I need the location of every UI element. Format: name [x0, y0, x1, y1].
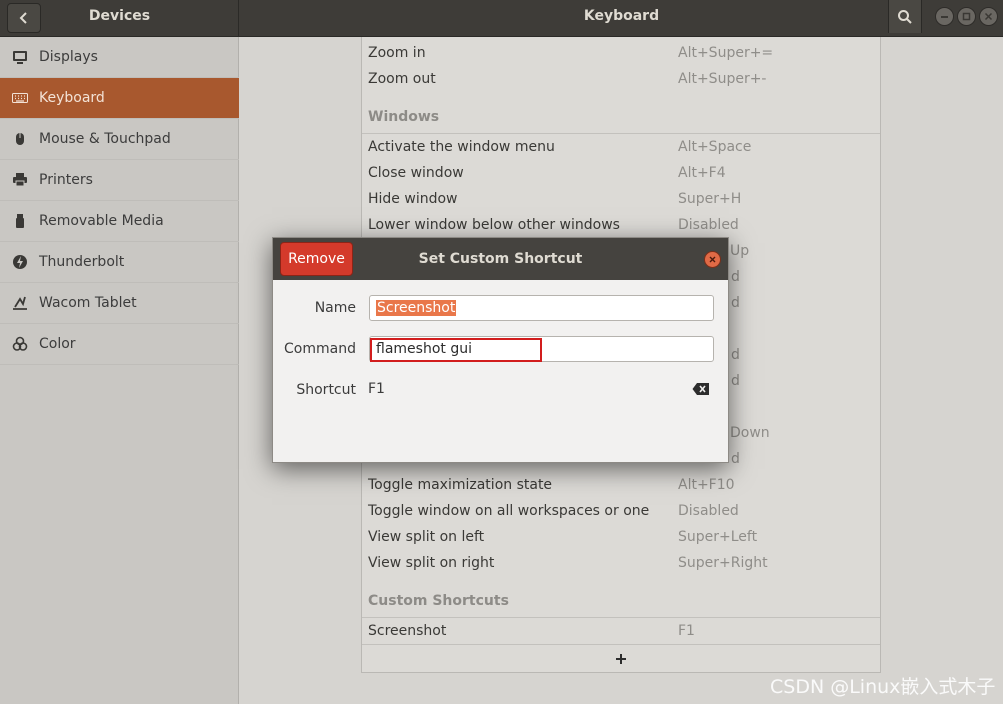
printer-icon: [11, 171, 29, 189]
shortcut-key: Super+Left: [678, 529, 758, 545]
shortcut-row[interactable]: View split on right Super+Right: [362, 550, 880, 576]
tablet-icon: [11, 294, 29, 312]
close-window-button[interactable]: [979, 7, 998, 26]
shortcut-key: Super+H: [678, 191, 742, 207]
sidebar-item-label: Keyboard: [39, 90, 105, 106]
shortcut-key-partial: Down: [730, 425, 770, 441]
shortcut-name: Zoom out: [368, 71, 436, 87]
search-icon: [898, 9, 912, 24]
shortcut-name: Lower window below other windows: [368, 217, 620, 233]
sidebar-item-printers[interactable]: Printers: [0, 160, 239, 201]
section-heading-custom-shortcuts: Custom Shortcuts: [368, 593, 509, 609]
minimize-icon: [941, 16, 948, 18]
close-icon: [984, 12, 993, 21]
shortcut-name: Toggle window on all workspaces or one: [368, 503, 650, 519]
sidebar-item-label: Color: [39, 336, 76, 352]
shortcut-key: Super+Right: [678, 555, 768, 571]
shortcut-key: F1: [678, 623, 695, 639]
shortcut-row[interactable]: Zoom out Alt+Super+-: [362, 66, 880, 92]
maximize-icon: [962, 12, 971, 21]
shortcut-name: Hide window: [368, 191, 458, 207]
watermark: CSDN @Linux嵌入式木子: [770, 676, 996, 698]
shortcut-name: Activate the window menu: [368, 139, 555, 155]
shortcut-row[interactable]: Close window Alt+F4: [362, 160, 880, 186]
remove-button[interactable]: Remove: [280, 242, 353, 276]
minimize-button[interactable]: [935, 7, 954, 26]
shortcut-name: Screenshot: [368, 623, 447, 639]
keyboard-icon: [11, 89, 29, 107]
shortcut-key-partial: d: [731, 347, 740, 363]
color-icon: [11, 335, 29, 353]
shortcut-name: Zoom in: [368, 45, 426, 61]
chevron-left-icon: [19, 12, 27, 24]
removable-media-icon: [11, 212, 29, 230]
shortcut-key: Alt+F10: [678, 477, 735, 493]
sidebar-item-label: Wacom Tablet: [39, 295, 137, 311]
shortcut-name: Toggle maximization state: [368, 477, 553, 493]
name-label: Name: [314, 300, 356, 316]
shortcut-key: Alt+Space: [678, 139, 752, 155]
shortcut-name: Close window: [368, 165, 464, 181]
shortcut-row[interactable]: Lower window below other windows Disable…: [362, 212, 880, 238]
shortcut-row[interactable]: View split on left Super+Left: [362, 524, 880, 550]
shortcut-key-partial: Up: [730, 243, 750, 259]
display-icon: [11, 48, 29, 66]
shortcut-name: View split on right: [368, 555, 495, 571]
window-controls: [935, 7, 998, 26]
shortcut-name: View split on left: [368, 529, 485, 545]
shortcut-value[interactable]: F1: [368, 381, 385, 397]
shortcut-key-partial: d: [731, 373, 740, 389]
command-label: Command: [284, 341, 356, 357]
shortcut-row[interactable]: Hide window Super+H: [362, 186, 880, 212]
section-heading-windows: Windows: [368, 109, 440, 125]
dialog-title: Set Custom Shortcut: [418, 251, 583, 267]
shortcut-key: Alt+F4: [678, 165, 726, 181]
thunderbolt-icon: [11, 253, 29, 271]
add-shortcut-button[interactable]: [362, 644, 880, 673]
sidebar-item-label: Mouse & Touchpad: [39, 131, 171, 147]
name-input[interactable]: Screenshot: [369, 295, 714, 321]
set-custom-shortcut-dialog: Remove Set Custom Shortcut Name Screensh…: [272, 237, 729, 463]
back-button[interactable]: [7, 3, 41, 33]
shortcut-label: Shortcut: [296, 382, 356, 398]
sidebar-item-label: Thunderbolt: [39, 254, 125, 270]
shortcut-key-partial: d: [731, 451, 740, 467]
sidebar-item-mouse-touchpad[interactable]: Mouse & Touchpad: [0, 119, 239, 160]
sidebar-item-removable-media[interactable]: Removable Media: [0, 201, 239, 242]
shortcut-row-custom[interactable]: Screenshot F1: [362, 618, 880, 644]
plus-icon: [616, 654, 626, 664]
sidebar: Displays Keyboard Mouse & Touchpad Print…: [0, 37, 239, 704]
sidebar-item-label: Removable Media: [39, 213, 164, 229]
shortcut-key: Alt+Super+-: [678, 71, 767, 87]
shortcut-row[interactable]: Toggle window on all workspaces or one D…: [362, 498, 880, 524]
dialog-header: Remove Set Custom Shortcut: [273, 238, 728, 280]
header-bar: Devices Keyboard: [0, 0, 1003, 37]
shortcut-key: Disabled: [678, 503, 739, 519]
sidebar-item-thunderbolt[interactable]: Thunderbolt: [0, 242, 239, 283]
search-button[interactable]: [888, 0, 922, 33]
shortcut-key: Alt+Super+=: [678, 45, 774, 61]
close-icon: [709, 256, 716, 263]
sidebar-item-wacom-tablet[interactable]: Wacom Tablet: [0, 283, 239, 324]
maximize-button[interactable]: [957, 7, 976, 26]
sidebar-item-label: Printers: [39, 172, 93, 188]
sidebar-item-displays[interactable]: Displays: [0, 37, 239, 78]
sidebar-item-label: Displays: [39, 49, 98, 65]
sidebar-item-color[interactable]: Color: [0, 324, 239, 365]
name-input-value: Screenshot: [376, 300, 457, 316]
shortcut-key-partial: d: [731, 295, 740, 311]
annotation-highlight-box: [370, 338, 542, 362]
backspace-clear-icon[interactable]: [692, 382, 710, 396]
shortcut-row[interactable]: Activate the window menu Alt+Space: [362, 134, 880, 160]
mouse-icon: [11, 130, 29, 148]
shortcut-key: Disabled: [678, 217, 739, 233]
shortcut-key-partial: d: [731, 269, 740, 285]
shortcut-row[interactable]: Toggle maximization state Alt+F10: [362, 472, 880, 498]
shortcut-row[interactable]: Zoom in Alt+Super+=: [362, 40, 880, 66]
dialog-close-button[interactable]: [704, 251, 721, 268]
sidebar-item-keyboard[interactable]: Keyboard: [0, 78, 239, 119]
header-left: Devices: [0, 0, 239, 37]
